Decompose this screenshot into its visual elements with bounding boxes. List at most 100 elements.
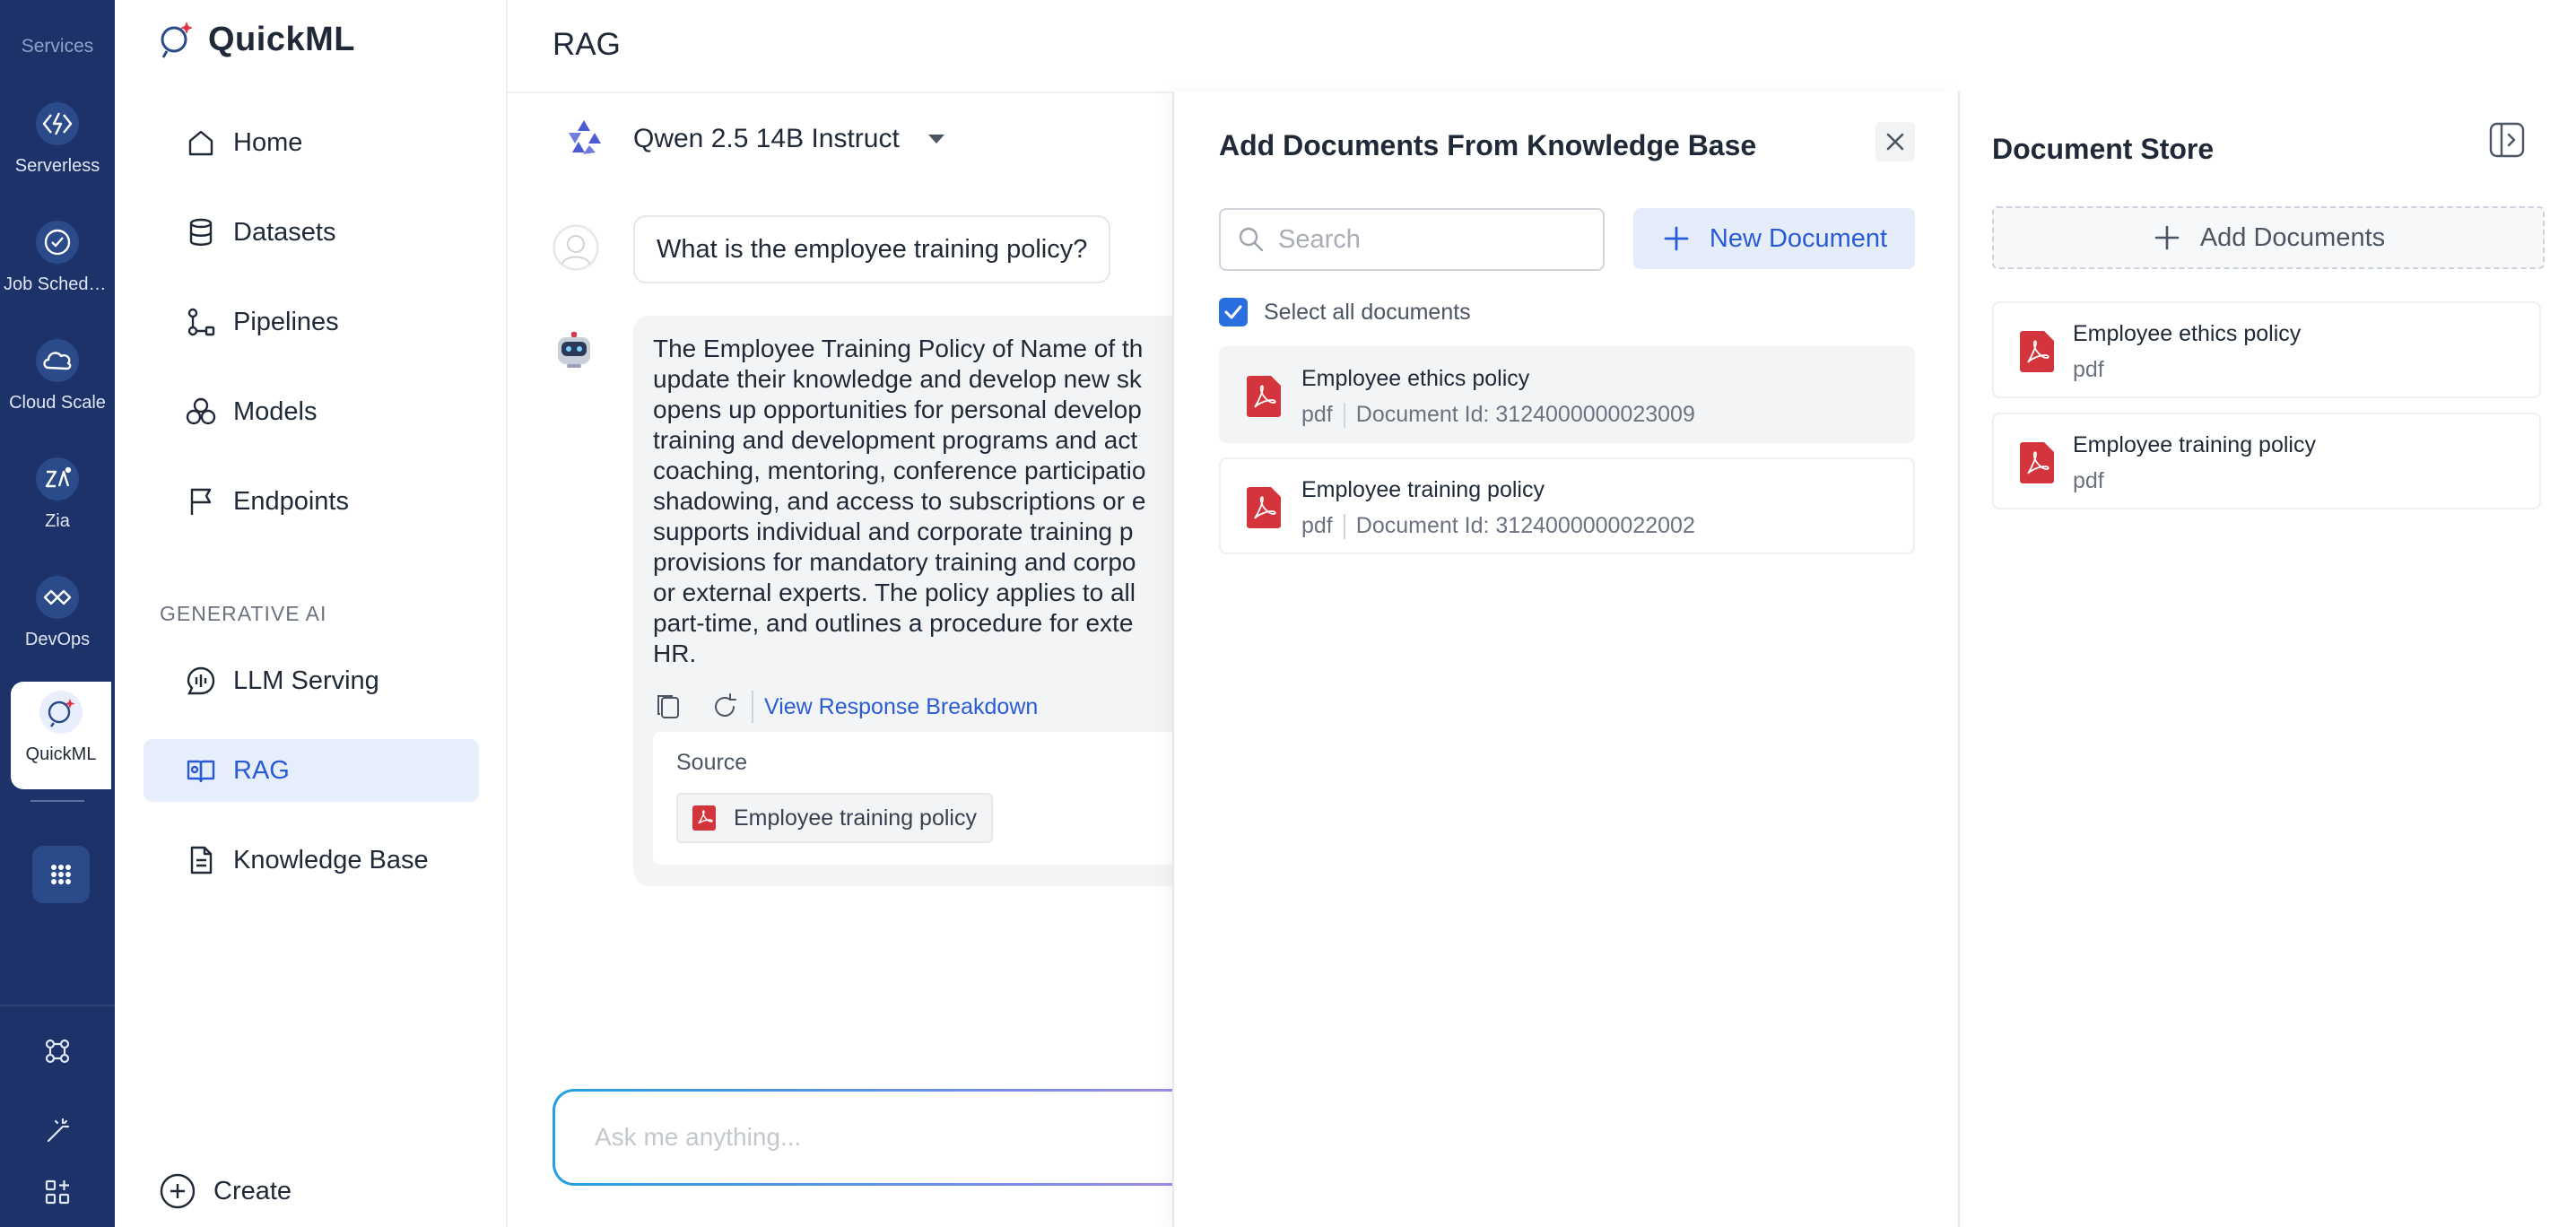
checkbox-checked[interactable] bbox=[1219, 298, 1248, 326]
panel-toggle-button[interactable] bbox=[2487, 120, 2527, 160]
add-documents-label: Add Documents bbox=[2199, 222, 2386, 252]
select-all-label: Select all documents bbox=[1264, 299, 1471, 325]
side-navigation: QuickML Home Datasets Pipelines Models E… bbox=[115, 0, 508, 1227]
zia-icon bbox=[36, 457, 79, 500]
regenerate-icon[interactable] bbox=[709, 691, 741, 723]
document-name: Employee ethics policy bbox=[1301, 366, 1530, 391]
kb-document-item[interactable]: Employee training policy pdf Document Id… bbox=[1219, 457, 1915, 554]
flag-icon bbox=[183, 483, 219, 519]
nav-item-label: Knowledge Base bbox=[233, 845, 429, 875]
service-label: Serverless bbox=[14, 156, 100, 176]
plus-circle-icon bbox=[160, 1173, 196, 1209]
create-label: Create bbox=[213, 1176, 292, 1205]
document-type: pdf bbox=[2073, 357, 2104, 382]
user-icon bbox=[553, 225, 598, 270]
select-all-checkbox[interactable]: Select all documents bbox=[1219, 298, 1471, 326]
close-button[interactable] bbox=[1875, 122, 1915, 161]
chat-input[interactable] bbox=[595, 1123, 1231, 1152]
serverless-icon bbox=[36, 102, 79, 145]
nav-item-label: Models bbox=[233, 396, 318, 426]
nav-item-label: Datasets bbox=[233, 217, 336, 247]
create-button[interactable]: Create bbox=[158, 1171, 292, 1211]
document-type: pdf bbox=[1301, 513, 1333, 538]
source-document-name: Employee training policy bbox=[734, 805, 977, 831]
chevron-down-icon[interactable] bbox=[927, 133, 946, 145]
copy-icon[interactable] bbox=[653, 691, 685, 723]
service-label: QuickML bbox=[25, 744, 97, 764]
nav-item-rag[interactable]: RAG bbox=[144, 739, 479, 802]
integrations-icon[interactable] bbox=[36, 1030, 79, 1073]
model-selector[interactable]: Qwen 2.5 14B Instruct bbox=[561, 117, 946, 161]
actions-divider bbox=[752, 691, 753, 723]
plus-icon bbox=[1664, 226, 1689, 251]
user-message: What is the employee training policy? bbox=[633, 215, 1111, 283]
document-name: Employee training policy bbox=[2073, 432, 2316, 457]
all-apps-button[interactable] bbox=[32, 846, 90, 903]
nav-item-label: LLM Serving bbox=[233, 666, 379, 695]
service-devops[interactable]: DevOps bbox=[0, 567, 115, 674]
chat-input-box bbox=[553, 1089, 1234, 1186]
services-rail: Services Serverless Job Scheduling Cloud… bbox=[0, 0, 115, 1227]
new-document-button[interactable]: New Document bbox=[1633, 208, 1915, 269]
cloud-scale-icon bbox=[36, 339, 79, 382]
meta-divider bbox=[1343, 402, 1345, 428]
search-icon bbox=[1239, 227, 1264, 252]
llm-serving-icon bbox=[183, 663, 219, 699]
kb-document-item[interactable]: Employee ethics policy pdf Document Id: … bbox=[1219, 346, 1915, 443]
document-meta: pdf Document Id: 3124000000023009 bbox=[1301, 402, 1695, 428]
document-icon bbox=[183, 842, 219, 878]
search-input[interactable] bbox=[1278, 224, 1601, 255]
widgets-icon[interactable] bbox=[36, 1170, 79, 1214]
nav-item-label: Pipelines bbox=[233, 307, 339, 336]
service-label: Job Scheduling bbox=[4, 274, 115, 294]
nav-item-endpoints[interactable]: Endpoints bbox=[144, 470, 479, 533]
service-serverless[interactable]: Serverless bbox=[0, 93, 115, 201]
services-title: Services bbox=[21, 36, 94, 57]
nav-item-datasets[interactable]: Datasets bbox=[144, 201, 479, 264]
source-label: Source bbox=[676, 750, 748, 775]
search-box bbox=[1219, 208, 1605, 271]
nav-item-label: Endpoints bbox=[233, 486, 349, 516]
service-quickml[interactable]: QuickML bbox=[11, 682, 111, 789]
nav-item-home[interactable]: Home bbox=[144, 111, 479, 174]
pipeline-icon bbox=[183, 304, 219, 340]
nav-item-knowledge-base[interactable]: Knowledge Base bbox=[144, 829, 479, 892]
job-scheduling-icon bbox=[36, 221, 79, 264]
response-actions: View Response Breakdown bbox=[653, 691, 1038, 723]
check-icon bbox=[1224, 305, 1242, 319]
document-name: Employee training policy bbox=[1301, 477, 1545, 502]
pdf-icon bbox=[2020, 442, 2054, 483]
add-documents-panel: Add Documents From Knowledge Base New Do… bbox=[1172, 91, 1960, 1227]
grid-icon bbox=[51, 865, 71, 884]
panel-title: Add Documents From Knowledge Base bbox=[1219, 129, 1757, 161]
nav-item-llm-serving[interactable]: LLM Serving bbox=[144, 649, 479, 712]
store-document-item[interactable]: Employee ethics policy pdf bbox=[1992, 301, 2541, 398]
models-icon bbox=[183, 394, 219, 430]
document-store-title: Document Store bbox=[1992, 133, 2215, 165]
document-id: Document Id: 3124000000022002 bbox=[1355, 513, 1695, 538]
service-zia[interactable]: Zia bbox=[0, 448, 115, 556]
model-name: Qwen 2.5 14B Instruct bbox=[633, 124, 900, 153]
qwen-logo-icon bbox=[569, 120, 601, 154]
store-document-item[interactable]: Employee training policy pdf bbox=[1992, 413, 2541, 509]
view-response-breakdown-link[interactable]: View Response Breakdown bbox=[764, 694, 1038, 720]
add-documents-button[interactable]: Add Documents bbox=[1992, 206, 2545, 269]
source-document-chip[interactable]: Employee training policy bbox=[676, 793, 993, 843]
devops-icon bbox=[36, 576, 79, 619]
generative-ai-header: GENERATIVE AI bbox=[160, 602, 327, 625]
service-cloud-scale[interactable]: Cloud Scale bbox=[0, 330, 115, 438]
document-store-panel: Document Store Add Documents Employee et… bbox=[1960, 91, 2576, 1227]
close-icon bbox=[1886, 133, 1904, 151]
database-icon bbox=[183, 214, 219, 250]
magic-wand-icon[interactable] bbox=[36, 1109, 79, 1152]
nav-item-pipelines[interactable]: Pipelines bbox=[144, 291, 479, 353]
brand[interactable]: QuickML bbox=[152, 13, 355, 66]
pdf-icon bbox=[1247, 487, 1281, 528]
nav-item-models[interactable]: Models bbox=[144, 380, 479, 443]
service-label: Cloud Scale bbox=[9, 393, 106, 413]
service-label: Zia bbox=[45, 511, 70, 531]
service-job-scheduling[interactable]: Job Scheduling bbox=[0, 212, 115, 319]
new-document-label: New Document bbox=[1709, 223, 1888, 253]
brand-name: QuickML bbox=[208, 20, 355, 58]
nav-item-label: Home bbox=[233, 127, 303, 157]
